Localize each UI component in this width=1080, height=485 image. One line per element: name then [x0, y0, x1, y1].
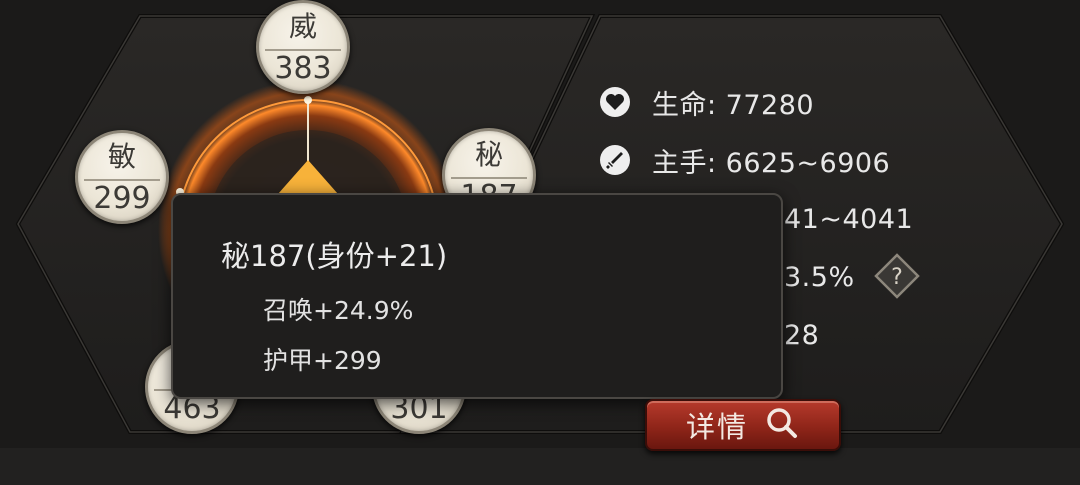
tooltip-line: 召唤+24.9%	[263, 296, 414, 325]
tooltip-line: 护甲+299	[263, 346, 382, 375]
stat-node-value: 299	[93, 181, 151, 216]
stat-row-main-hand: 主手: 6625~6906	[600, 142, 891, 179]
attribute-tooltip: 秘187(身份+21) 召唤+24.9% 护甲+299	[171, 193, 783, 399]
stat-text: 28	[784, 319, 820, 351]
stat-text: 主手: 6625~6906	[652, 147, 891, 179]
heart-icon	[600, 87, 630, 117]
stat-node-wei[interactable]: 威 383	[256, 0, 350, 94]
stat-node-label: 敏	[107, 140, 136, 173]
stat-row-5: 28	[784, 317, 819, 353]
details-button[interactable]: 详情	[645, 399, 841, 451]
help-icon[interactable]: ?	[874, 253, 920, 299]
stat-text: 生命: 77280	[652, 89, 815, 121]
stat-text: 3.5%	[784, 261, 855, 293]
svg-text:?: ?	[891, 265, 903, 290]
stat-node-value: 383	[274, 51, 332, 86]
stat-node-label: 威	[288, 10, 317, 43]
details-button-label: 详情	[685, 410, 748, 444]
tooltip-title: 秘187(身份+21)	[221, 239, 448, 273]
search-icon	[764, 405, 800, 445]
stat-node-min[interactable]: 敏 299	[75, 130, 169, 224]
stat-row-hp: 生命: 77280	[600, 84, 815, 121]
stat-row-4: 3.5%	[784, 259, 855, 295]
stat-text: 41~4041	[784, 203, 914, 235]
stat-row-3: 41~4041	[784, 201, 913, 237]
stat-node-label: 秘	[474, 138, 503, 171]
sword-icon	[600, 145, 630, 175]
